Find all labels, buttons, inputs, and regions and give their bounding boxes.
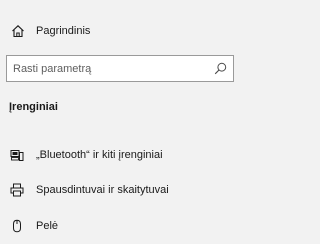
nav-item-label: Spausdintuvai ir skaitytuvai — [36, 184, 169, 196]
devices-section-heading: Įrenginiai — [9, 101, 58, 113]
bluetooth-devices-icon — [10, 148, 24, 162]
settings-nav-pane: Pagrindinis Įrenginiai „Bluetooth“ ir ki… — [0, 0, 243, 244]
settings-search-input[interactable] — [7, 56, 213, 81]
home-nav-item[interactable]: Pagrindinis — [0, 21, 243, 43]
mouse-icon — [10, 219, 24, 233]
printer-icon — [10, 183, 24, 197]
home-icon — [11, 24, 25, 38]
nav-item-printers-scanners[interactable]: Spausdintuvai ir skaitytuvai — [0, 176, 243, 204]
nav-item-label: Pelė — [36, 220, 59, 232]
nav-item-label: „Bluetooth“ ir kiti įrenginiai — [36, 149, 163, 161]
search-icon[interactable] — [214, 62, 227, 75]
nav-item-mouse[interactable]: Pelė — [0, 212, 243, 240]
settings-search-box[interactable] — [6, 55, 234, 82]
home-nav-label: Pagrindinis — [36, 25, 91, 37]
nav-item-bluetooth-devices[interactable]: „Bluetooth“ ir kiti įrenginiai — [0, 141, 243, 169]
